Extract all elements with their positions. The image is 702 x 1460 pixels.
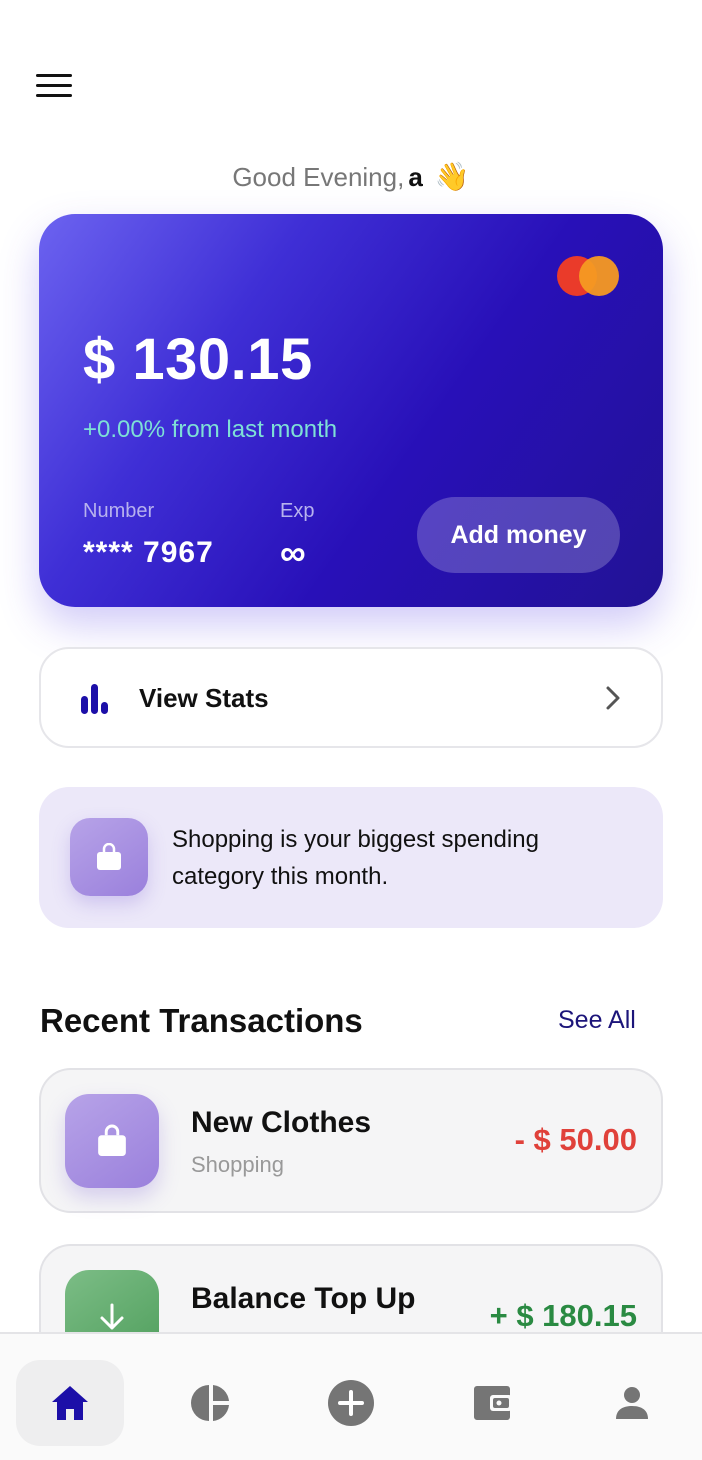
nav-stats[interactable] <box>157 1360 265 1446</box>
mastercard-logo-icon <box>557 256 621 296</box>
card-number-value: **** 7967 <box>83 536 214 569</box>
nav-home[interactable] <box>16 1360 124 1446</box>
view-stats-label: View Stats <box>139 683 269 713</box>
wave-emoji-icon: 👋 <box>434 161 470 192</box>
nav-add[interactable] <box>297 1360 405 1446</box>
transaction-category: Shopping <box>191 1152 284 1177</box>
view-stats-button[interactable]: View Stats <box>39 647 663 748</box>
card-exp-label: Exp <box>280 500 315 522</box>
transaction-amount: + $ 180.15 <box>489 1298 637 1333</box>
transaction-item[interactable]: New Clothes Shopping - $ 50.00 <box>39 1068 663 1213</box>
nav-wallet[interactable] <box>438 1360 546 1446</box>
transaction-amount: - $ 50.00 <box>514 1122 637 1157</box>
greeting-text: Good Evening, <box>232 162 405 192</box>
pie-chart-icon <box>191 1385 229 1421</box>
profile-icon <box>616 1387 648 1419</box>
bar-chart-icon <box>79 682 111 714</box>
balance-card: $ 130.15 +0.00% from last month Number *… <box>39 214 663 607</box>
transaction-title: New Clothes <box>191 1106 372 1139</box>
shopping-bag-icon <box>65 1094 159 1188</box>
hamburger-menu-icon[interactable] <box>36 74 74 102</box>
transaction-title: Balance Top Up <box>191 1282 416 1315</box>
recent-transactions-title: Recent Transactions <box>40 1002 363 1039</box>
add-money-button[interactable]: Add money <box>417 497 620 573</box>
card-number-label: Number <box>83 500 155 522</box>
add-circle-icon <box>328 1380 374 1426</box>
spending-insight: Shopping is your biggest spending catego… <box>39 787 663 928</box>
shopping-bag-icon <box>70 818 148 896</box>
see-all-link[interactable]: See All <box>558 1006 636 1035</box>
wallet-icon <box>474 1386 512 1420</box>
nav-profile[interactable] <box>578 1360 686 1446</box>
greeting: Good Evening, a 👋 <box>0 160 702 193</box>
insight-text: Shopping is your biggest spending catego… <box>172 826 539 890</box>
bottom-navigation <box>0 1332 702 1460</box>
user-name: a <box>408 162 423 192</box>
home-icon <box>52 1386 88 1420</box>
balance-amount: $ 130.15 <box>83 327 313 392</box>
balance-change: +0.00% from last month <box>83 416 338 443</box>
card-exp-value: ∞ <box>280 532 306 573</box>
chevron-right-icon <box>606 686 620 710</box>
